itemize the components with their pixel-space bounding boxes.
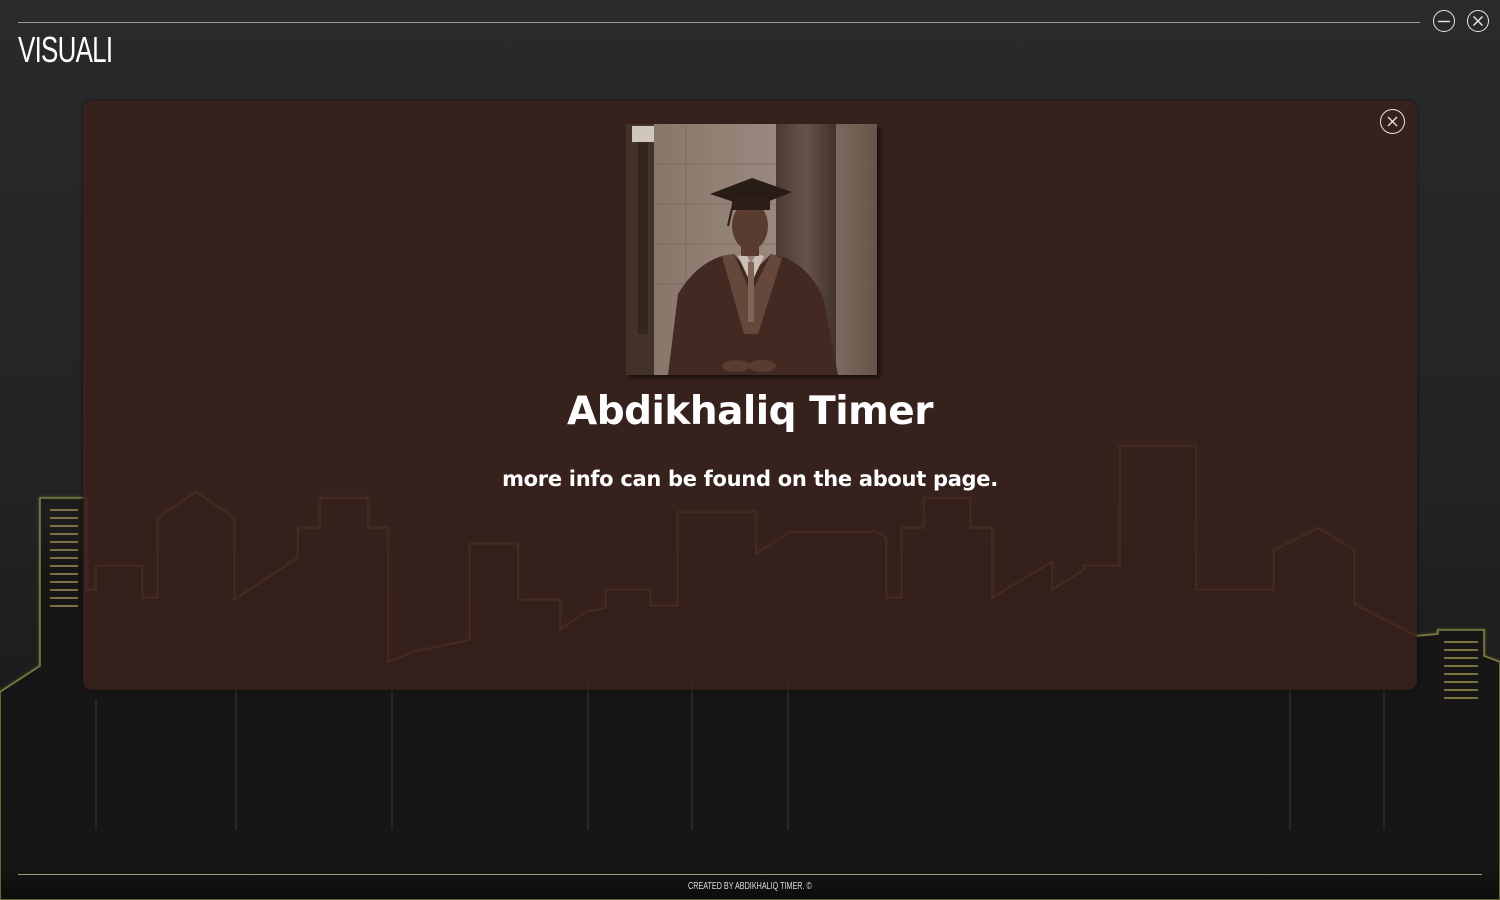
footer-divider [18, 874, 1482, 875]
footer-credit: Created by Abdikhaliq Timer. © [688, 881, 812, 892]
close-icon [1387, 116, 1398, 127]
minimize-icon [1438, 20, 1450, 23]
profile-name: Abdikhaliq Timer [567, 389, 933, 434]
app-window: VISUALI CREATED BY ABDIKHALIQ TIMER. © A… [0, 0, 1500, 900]
minimize-button[interactable] [1433, 10, 1455, 32]
modal-close-button[interactable] [1380, 109, 1405, 134]
profile-modal: Abdikhaliq Timer more info can be found … [83, 101, 1417, 690]
close-icon [1473, 16, 1483, 26]
window-close-button[interactable] [1467, 10, 1489, 32]
profile-info-text: more info can be found on the about page… [502, 467, 998, 491]
app-title: VISUALI [18, 29, 113, 70]
title-divider [18, 22, 1420, 23]
profile-photo [626, 124, 877, 375]
